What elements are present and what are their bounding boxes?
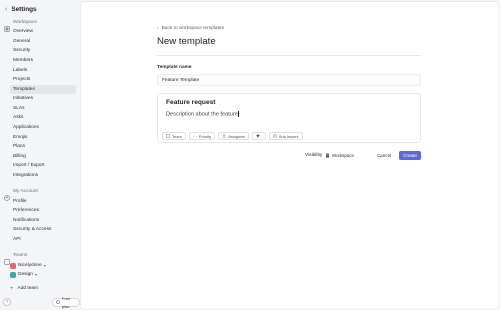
sidebar-item-slas[interactable]: SLAs (10, 104, 76, 113)
issue-description-field[interactable]: Description about the feature (166, 111, 239, 117)
sidebar-item-templates[interactable]: Templates (10, 85, 76, 94)
building-icon (326, 153, 329, 158)
sidebar-item-integrations[interactable]: Integrations (10, 171, 76, 180)
team-avatar-icon (10, 271, 16, 278)
back-link-label: Back to workspace templates (161, 26, 224, 31)
create-button[interactable]: Create (399, 151, 421, 160)
sidebar-item-applications[interactable]: Applications (10, 123, 76, 132)
sidebar-header: ‹ Settings (5, 5, 37, 15)
sidebar-item-notifications[interactable]: Notifications (10, 216, 76, 225)
sidebar-item-import-export[interactable]: Import / Export (10, 161, 76, 170)
assignee-chip[interactable]: Assignee (218, 132, 249, 140)
sidebar-item-security[interactable]: Security (10, 46, 76, 55)
back-to-templates-link[interactable]: ‹ Back to workspace templates (157, 26, 224, 31)
issue-title-field[interactable]: Feature request (166, 99, 215, 106)
sidebar-item-projects[interactable]: Projects (10, 75, 76, 84)
team-item-design[interactable]: Design ▾ (10, 270, 37, 279)
team-icon (166, 134, 170, 138)
user-circle-icon (4, 188, 10, 201)
plan-icon (56, 299, 60, 307)
chip-label: Sub-issues (278, 133, 299, 139)
free-plan-button[interactable]: Free plan (52, 295, 80, 309)
divider (157, 55, 421, 56)
visibility-select[interactable]: Workspace (325, 151, 354, 160)
sidebar-title: Settings (11, 6, 37, 13)
cancel-button[interactable]: Cancel (370, 151, 398, 160)
sidebar-item-api[interactable]: API (10, 235, 76, 244)
template-name-label: Template name (157, 65, 192, 70)
main-panel: ‹ Back to workspace templates New templa… (81, 2, 499, 309)
sidebar-item-plans[interactable]: Plans (10, 142, 76, 151)
template-editor[interactable]: Feature request Description about the fe… (157, 93, 421, 143)
team-label: Nicelydone (18, 263, 42, 268)
team-avatar-icon (10, 262, 16, 269)
sidebar-item-members[interactable]: Members (10, 56, 76, 65)
template-name-input[interactable]: Feature Template (157, 74, 421, 86)
label-chip[interactable] (251, 132, 266, 140)
person-icon (222, 134, 226, 138)
sidebar-item-general[interactable]: General (10, 37, 76, 46)
sidebar-item-billing[interactable]: Billing (10, 152, 76, 161)
add-team-label: Add team (17, 286, 39, 291)
subissues-chip[interactable]: Sub-issues (268, 132, 303, 140)
subissue-icon (272, 134, 277, 138)
caret-down-icon: ▾ (43, 263, 46, 268)
caret-down-icon: ▾ (34, 272, 37, 277)
priority-chip[interactable]: ··· Priority (188, 132, 216, 140)
workspace-section-header: Workspace (4, 18, 37, 32)
settings-sidebar: ‹ Settings Workspace Overview General Se… (0, 0, 80, 310)
add-team-button[interactable]: + Add team (10, 284, 38, 293)
plus-icon: + (10, 285, 14, 292)
team-chip[interactable]: Team (162, 132, 186, 140)
sidebar-item-labels[interactable]: Labels (10, 66, 76, 75)
chip-label: Team (172, 133, 182, 139)
chip-label: Priority (198, 133, 212, 139)
workspace-icon (4, 19, 10, 32)
team-label: Design (18, 272, 33, 277)
sidebar-item-preferences[interactable]: Preferences (10, 206, 76, 215)
sidebar-item-emojis[interactable]: Emojis (10, 133, 76, 142)
tag-icon (256, 134, 260, 138)
account-section-header: My Account (4, 187, 38, 201)
chevron-left-icon[interactable]: ‹ (5, 5, 7, 15)
account-section-label: My Account (13, 188, 38, 194)
description-text: Description about the feature (166, 111, 238, 118)
sidebar-item-security-access[interactable]: Security & Access (10, 225, 76, 234)
page-title: New template (157, 36, 216, 47)
visibility-label: Visibility (305, 153, 323, 158)
priority-icon: ··· (192, 133, 197, 139)
chip-label: Assignee (228, 133, 245, 139)
team-item-nicelydone[interactable]: Nicelydone ▾ (10, 261, 46, 270)
sidebar-item-asks[interactable]: Asks (10, 113, 76, 122)
property-chips: Team ··· Priority Assignee Sub-issues (162, 132, 303, 140)
visibility-value: Workspace (332, 153, 354, 158)
free-plan-label: Free plan (62, 295, 71, 309)
sidebar-item-overview[interactable]: Overview (10, 27, 76, 36)
chevron-left-icon: ‹ (157, 26, 159, 31)
sidebar-item-initiatives[interactable]: Initiatives (10, 94, 76, 103)
teams-section-label: Teams (13, 252, 28, 258)
teams-icon (4, 252, 10, 265)
text-cursor (238, 111, 239, 117)
workspace-section-label: Workspace (13, 19, 37, 25)
help-button[interactable]: ? (3, 298, 11, 306)
sidebar-item-profile[interactable]: Profile (10, 197, 76, 206)
teams-section-header: Teams (4, 251, 28, 265)
